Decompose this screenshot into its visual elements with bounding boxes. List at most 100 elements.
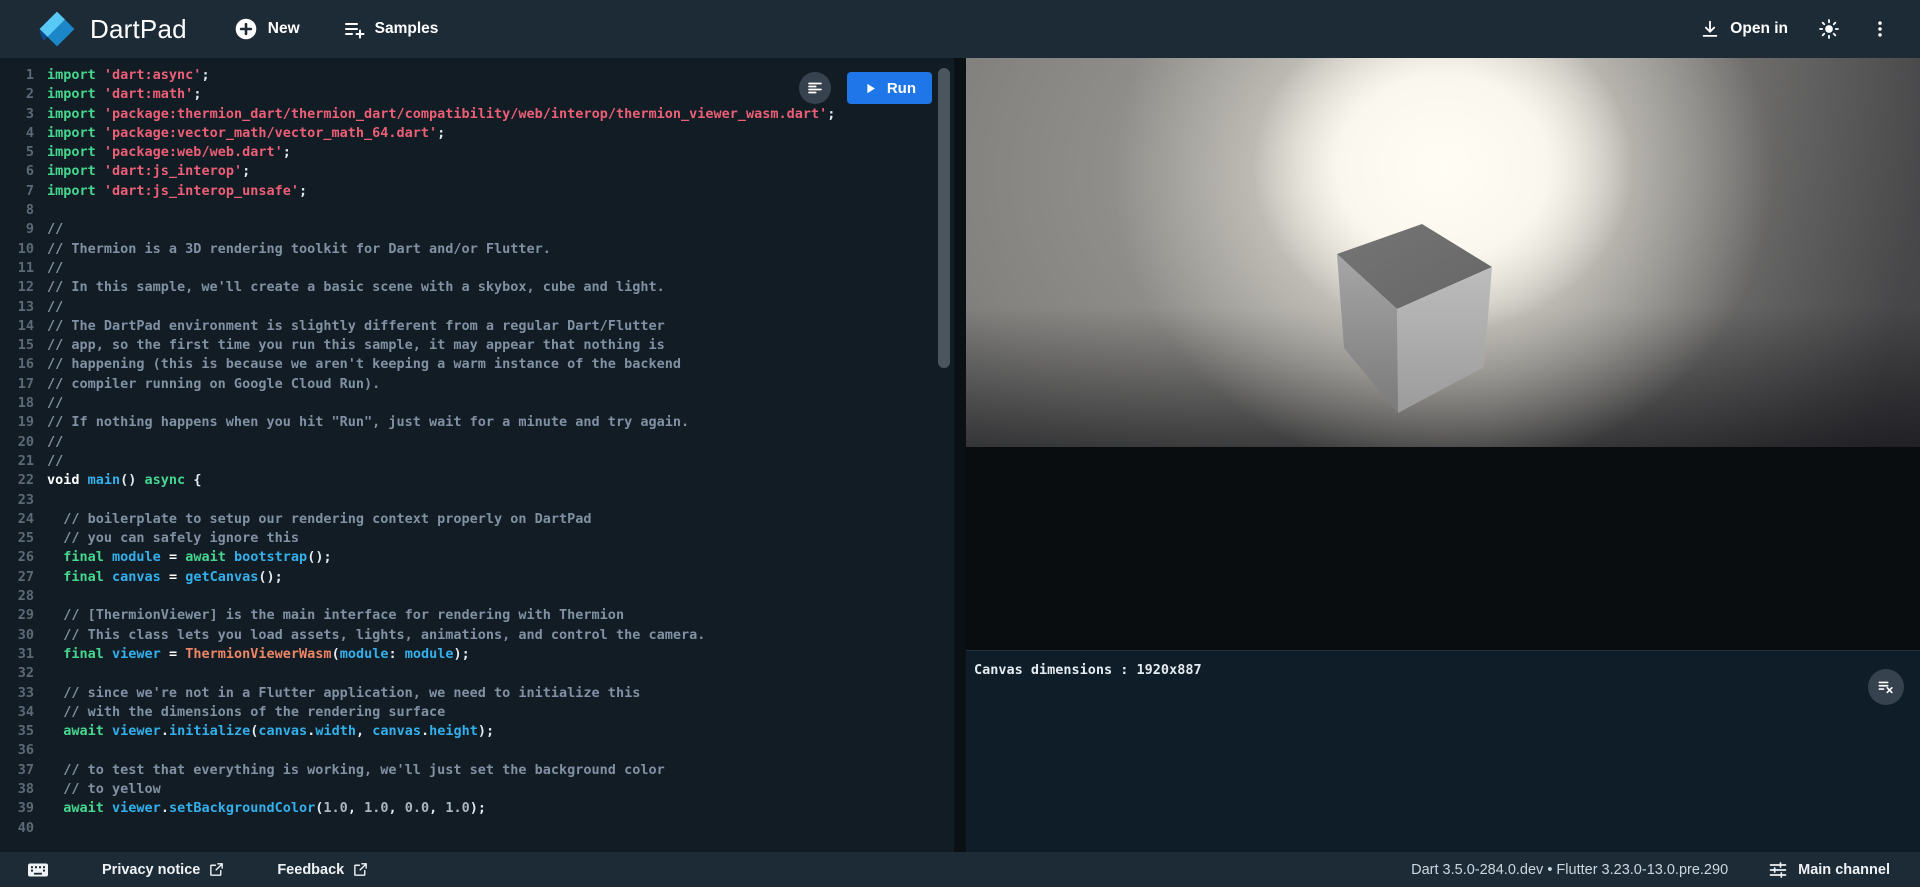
- samples-button-label: Samples: [375, 20, 439, 38]
- more-vert-icon: [1870, 19, 1890, 39]
- line-number: 20: [0, 433, 34, 452]
- clear-console-button[interactable]: [1868, 669, 1904, 705]
- line-number: 33: [0, 684, 34, 703]
- code-line: 35 await viewer.initialize(canvas.width,…: [0, 722, 954, 741]
- code-line: 40: [0, 819, 954, 838]
- code-line: 30 // This class lets you load assets, l…: [0, 626, 954, 645]
- line-number: 26: [0, 548, 34, 567]
- line-number: 8: [0, 201, 34, 220]
- editor-scrollbar-thumb[interactable]: [938, 68, 950, 368]
- line-number: 30: [0, 626, 34, 645]
- line-number: 12: [0, 278, 34, 297]
- format-code-button[interactable]: [799, 72, 831, 104]
- code-line: 11//: [0, 259, 954, 278]
- feedback-link[interactable]: Feedback: [277, 861, 369, 878]
- code-line: 29 // [ThermionViewer] is the main inter…: [0, 606, 954, 625]
- code-line: 25 // you can safely ignore this: [0, 529, 954, 548]
- line-number: 3: [0, 105, 34, 124]
- new-button[interactable]: New: [233, 16, 300, 42]
- sdk-version-text: Dart 3.5.0-284.0.dev • Flutter 3.23.0-13…: [1411, 862, 1728, 878]
- code-line: 16// happening (this is because we aren'…: [0, 355, 954, 374]
- privacy-notice-link[interactable]: Privacy notice: [102, 861, 225, 878]
- code-line: 32: [0, 664, 954, 683]
- code-line: 31 final viewer = ThermionViewerWasm(mod…: [0, 645, 954, 664]
- line-number: 21: [0, 452, 34, 471]
- console-output: Canvas dimensions : 1920x887: [974, 662, 1912, 678]
- code-line: 38 // to yellow: [0, 780, 954, 799]
- line-number: 18: [0, 394, 34, 413]
- code-lines[interactable]: 1import 'dart:async';2import 'dart:math'…: [0, 58, 954, 838]
- code-line: 23: [0, 491, 954, 510]
- clear-console-icon: [1876, 677, 1896, 697]
- line-number: 4: [0, 124, 34, 143]
- feedback-label: Feedback: [277, 862, 344, 878]
- code-line: 9//: [0, 220, 954, 239]
- editor-actions: Run: [799, 72, 932, 104]
- line-number: 36: [0, 741, 34, 760]
- cube-3d: [1337, 223, 1493, 413]
- code-line: 12// In this sample, we'll create a basi…: [0, 278, 954, 297]
- line-number: 6: [0, 162, 34, 181]
- line-number: 23: [0, 491, 34, 510]
- line-number: 10: [0, 240, 34, 259]
- line-number: 25: [0, 529, 34, 548]
- line-number: 15: [0, 336, 34, 355]
- code-line: 3import 'package:thermion_dart/thermion_…: [0, 105, 954, 124]
- code-line: 27 final canvas = getCanvas();: [0, 568, 954, 587]
- format-align-left-icon: [806, 79, 824, 97]
- code-line: 4import 'package:vector_math/vector_math…: [0, 124, 954, 143]
- code-line: 21//: [0, 452, 954, 471]
- download-icon: [1699, 18, 1721, 40]
- add-circle-icon: [233, 16, 259, 42]
- line-number: 31: [0, 645, 34, 664]
- code-line: 33 // since we're not in a Flutter appli…: [0, 684, 954, 703]
- line-number: 39: [0, 799, 34, 818]
- line-number: 14: [0, 317, 34, 336]
- code-line: 15// app, so the first time you run this…: [0, 336, 954, 355]
- render-canvas[interactable]: [966, 58, 1920, 447]
- keyboard-shortcuts-button[interactable]: [26, 858, 50, 882]
- code-line: 14// The DartPad environment is slightly…: [0, 317, 954, 336]
- statusbar-right: Dart 3.5.0-284.0.dev • Flutter 3.23.0-13…: [1411, 860, 1890, 880]
- line-number: 40: [0, 819, 34, 838]
- brightness-icon: [1818, 18, 1840, 40]
- new-button-label: New: [268, 20, 300, 38]
- line-number: 27: [0, 568, 34, 587]
- line-number: 17: [0, 375, 34, 394]
- code-line: 5import 'package:web/web.dart';: [0, 143, 954, 162]
- output-pane: Canvas dimensions : 1920x887: [966, 58, 1920, 852]
- line-number: 1: [0, 66, 34, 85]
- code-line: 10// Thermion is a 3D rendering toolkit …: [0, 240, 954, 259]
- run-button[interactable]: Run: [847, 72, 932, 104]
- code-line: 18//: [0, 394, 954, 413]
- top-app-bar: DartPad New Samples: [0, 0, 1920, 58]
- code-line: 8: [0, 201, 954, 220]
- line-number: 29: [0, 606, 34, 625]
- code-line: 20//: [0, 433, 954, 452]
- render-empty-area: [966, 447, 1920, 650]
- line-number: 38: [0, 780, 34, 799]
- line-number: 11: [0, 259, 34, 278]
- channel-selector[interactable]: Main channel: [1768, 860, 1890, 880]
- status-bar: Privacy notice Feedback Dart 3.5.0-284.0…: [0, 852, 1920, 887]
- open-in-button[interactable]: Open in: [1699, 18, 1788, 40]
- main-area: 1import 'dart:async';2import 'dart:math'…: [0, 58, 1920, 852]
- code-line: 7import 'dart:js_interop_unsafe';: [0, 182, 954, 201]
- line-number: 24: [0, 510, 34, 529]
- privacy-notice-label: Privacy notice: [102, 862, 200, 878]
- line-number: 19: [0, 413, 34, 432]
- line-number: 22: [0, 471, 34, 490]
- theme-toggle-button[interactable]: [1818, 18, 1840, 40]
- line-number: 2: [0, 85, 34, 104]
- code-line: 22void main() async {: [0, 471, 954, 490]
- statusbar-left: Privacy notice Feedback: [26, 858, 369, 882]
- playlist-add-icon: [342, 17, 366, 41]
- code-line: 24 // boilerplate to setup our rendering…: [0, 510, 954, 529]
- samples-button[interactable]: Samples: [342, 17, 439, 41]
- open-in-new-icon: [352, 861, 369, 878]
- code-line: 28: [0, 587, 954, 606]
- code-line: 39 await viewer.setBackgroundColor(1.0, …: [0, 799, 954, 818]
- code-line: 13//: [0, 298, 954, 317]
- overflow-menu-button[interactable]: [1870, 19, 1890, 39]
- code-line: 17// compiler running on Google Cloud Ru…: [0, 375, 954, 394]
